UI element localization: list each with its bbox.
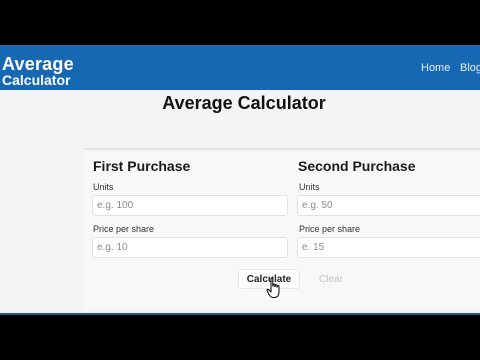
nav-home-link[interactable]: Home: [421, 62, 450, 74]
first-purchase-heading: First Purchase: [93, 158, 191, 174]
logo-line-2: Calculator: [2, 72, 71, 88]
second-price-input[interactable]: [297, 237, 480, 258]
nav-blog-link[interactable]: Blog: [460, 62, 480, 74]
first-price-label: Price per share: [93, 224, 155, 234]
clear-button[interactable]: Clear: [309, 269, 353, 289]
site-logo[interactable]: Average Calculator: [2, 55, 74, 87]
second-purchase-heading: Second Purchase: [298, 158, 416, 174]
navbar: Average Calculator Home Blog: [0, 45, 480, 90]
app-window: Average Calculator Home Blog Average Cal…: [0, 45, 480, 315]
logo-line-1: Average: [2, 54, 74, 74]
second-units-input[interactable]: [297, 195, 480, 216]
first-units-input[interactable]: [92, 195, 288, 216]
second-units-label: Units: [299, 182, 320, 192]
first-price-input[interactable]: [92, 237, 288, 258]
second-price-label: Price per share: [299, 224, 361, 234]
page-title: Average Calculator: [162, 93, 326, 113]
first-units-label: Units: [93, 182, 114, 192]
footer-strip: [0, 313, 480, 315]
hand-pointer-icon: [266, 277, 280, 298]
